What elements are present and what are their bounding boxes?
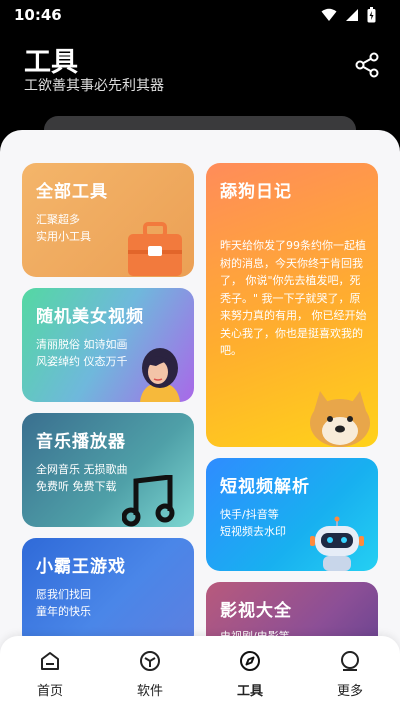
bottom-tab-bar: 首页 软件 工具 更多 <box>0 636 400 711</box>
card-desc: 愿我们找回 童年的快乐 <box>36 586 91 620</box>
tab-label: 软件 <box>136 684 163 699</box>
more-icon <box>341 651 359 671</box>
card-desc-line: 风姿绰约 仪态万千 <box>36 355 128 368</box>
card-title: 短视频解析 <box>220 477 310 497</box>
girl-illustration-icon <box>140 348 180 402</box>
card-desc: 快手/抖音等 短视频去水印 <box>220 506 286 540</box>
tab-label: 更多 <box>336 684 363 699</box>
doge-icon <box>310 391 370 447</box>
diary-text: 昨天给你发了99条约你一起植树的消息，今天你终于肯回我了， 你说"你先去植发吧，… <box>220 239 367 357</box>
card-desc-line: 童年的快乐 <box>36 605 91 618</box>
tab-tools[interactable]: 工具 <box>210 650 290 700</box>
main-content: 全部工具 汇聚超多 实用小工具 随机美女视频 清丽脱俗 如诗如画 风姿绰约 仪态… <box>0 130 400 711</box>
tab-label: 工具 <box>236 684 263 699</box>
tab-home[interactable]: 首页 <box>10 650 90 700</box>
card-title: 小霸王游戏 <box>36 557 126 577</box>
card-desc-line: 汇聚超多 <box>36 213 80 226</box>
page-subtitle: 工欲善其事必先利其器 <box>24 78 164 94</box>
card-title: 舔狗日记 <box>220 182 292 202</box>
page-title: 工具 <box>24 47 78 78</box>
card-desc-line: 愿我们找回 <box>36 588 91 601</box>
card-all-tools[interactable]: 全部工具 汇聚超多 实用小工具 <box>22 163 194 277</box>
cube-icon <box>140 651 160 671</box>
card-title: 影视大全 <box>220 601 292 621</box>
robot-icon <box>310 516 364 571</box>
card-short-video-parse[interactable]: 短视频解析 快手/抖音等 短视频去水印 <box>206 458 378 571</box>
tab-more[interactable]: 更多 <box>310 650 390 700</box>
card-desc-line: 快手/抖音等 <box>220 508 279 521</box>
status-bar: 10:46 <box>0 0 400 30</box>
card-desc-line: 清丽脱俗 如诗如画 <box>36 338 128 351</box>
tab-label: 首页 <box>36 684 63 699</box>
share-icon <box>355 52 379 78</box>
card-random-girl-video[interactable]: 随机美女视频 清丽脱俗 如诗如画 风姿绰约 仪态万千 <box>22 288 194 402</box>
status-time: 10:46 <box>14 6 62 24</box>
card-desc-line: 免费听 免费下载 <box>36 480 117 493</box>
share-button[interactable] <box>354 52 380 78</box>
card-desc: 清丽脱俗 如诗如画 风姿绰约 仪态万千 <box>36 336 128 370</box>
card-diary[interactable]: 舔狗日记 昨天给你发了99条约你一起植树的消息，今天你终于肯回我了， 你说"你先… <box>206 163 378 447</box>
header: 工具 工欲善其事必先利其器 <box>0 30 400 130</box>
wifi-icon <box>321 8 337 21</box>
card-desc: 全网音乐 无损歌曲 免费听 免费下载 <box>36 461 128 495</box>
battery-icon <box>367 7 376 23</box>
tab-software[interactable]: 软件 <box>110 650 190 700</box>
card-retro-game[interactable]: 小霸王游戏 愿我们找回 童年的快乐 <box>22 538 194 648</box>
music-note-icon <box>122 475 175 527</box>
card-desc: 汇聚超多 实用小工具 <box>36 211 91 245</box>
card-music-player[interactable]: 音乐播放器 全网音乐 无损歌曲 免费听 免费下载 <box>22 413 194 527</box>
toolbox-icon <box>128 222 182 276</box>
card-desc-line: 实用小工具 <box>36 230 91 243</box>
signal-icon <box>346 9 358 21</box>
card-desc-line: 全网音乐 无损歌曲 <box>36 463 128 476</box>
card-desc-line: 短视频去水印 <box>220 525 286 538</box>
card-title: 全部工具 <box>36 182 108 202</box>
status-icons <box>321 7 376 23</box>
card-title: 音乐播放器 <box>36 432 126 452</box>
compass-icon <box>240 651 260 671</box>
card-title: 随机美女视频 <box>36 307 144 327</box>
home-icon <box>41 652 59 670</box>
